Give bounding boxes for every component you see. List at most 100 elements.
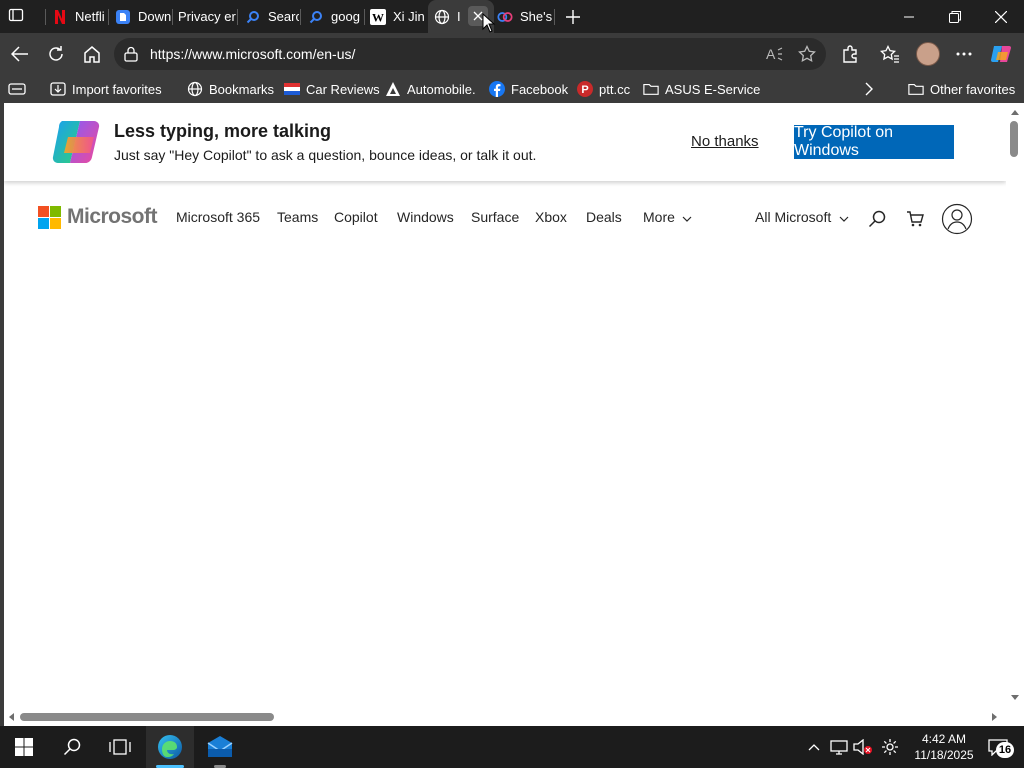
lock-icon[interactable] bbox=[124, 46, 138, 67]
tab-actions-button[interactable] bbox=[8, 0, 32, 33]
start-button[interactable] bbox=[0, 726, 48, 768]
favorite-ptt[interactable]: P ptt.cc bbox=[577, 79, 630, 99]
favorite-automobile[interactable]: Automobile. bbox=[385, 79, 476, 99]
system-clock[interactable]: 4:42 AM 11/18/2025 bbox=[912, 731, 976, 763]
tab-google[interactable]: goog bbox=[308, 0, 362, 33]
nav-deals[interactable]: Deals bbox=[586, 209, 622, 225]
tab-netflix[interactable]: Netfli bbox=[52, 0, 107, 33]
tab-label: I bbox=[457, 9, 461, 24]
other-favorites[interactable]: Other favorites bbox=[908, 79, 1015, 99]
refresh-button[interactable] bbox=[40, 38, 72, 70]
taskbar-search-button[interactable] bbox=[48, 726, 96, 768]
close-window-button[interactable] bbox=[978, 0, 1024, 33]
horizontal-scroll-thumb[interactable] bbox=[20, 713, 274, 721]
favorite-import[interactable]: Import favorites bbox=[50, 79, 162, 99]
folder-icon bbox=[908, 81, 924, 97]
address-bar[interactable]: https://www.microsoft.com/en-us/ A bbox=[114, 38, 826, 70]
task-view-button[interactable] bbox=[96, 726, 144, 768]
search-icon bbox=[63, 738, 81, 756]
settings-button[interactable] bbox=[878, 726, 902, 768]
favorite-asus-eservice[interactable]: ASUS E-Service bbox=[643, 79, 760, 99]
extensions-button[interactable] bbox=[834, 38, 866, 70]
favorite-label: Facebook bbox=[511, 81, 569, 97]
ptt-icon: P bbox=[577, 81, 593, 97]
windows-taskbar: 4:42 AM 11/18/2025 16 bbox=[0, 726, 1024, 768]
microsoft-logo[interactable]: Microsoft bbox=[38, 205, 158, 229]
tab-download[interactable]: Down bbox=[115, 0, 171, 33]
copilot-button[interactable] bbox=[986, 38, 1018, 70]
scroll-down-icon bbox=[1011, 695, 1019, 700]
copilot-promo-banner: Less typing, more talking Just say "Hey … bbox=[4, 103, 1006, 181]
tab-search[interactable]: Searc bbox=[245, 0, 299, 33]
other-favorites-label: Other favorites bbox=[930, 81, 1016, 97]
notifications-button[interactable]: 16 bbox=[978, 726, 1018, 768]
microsoft-logo-text: Microsoft bbox=[67, 205, 158, 228]
favorite-bookmarks[interactable]: Bookmarks bbox=[187, 79, 274, 99]
copilot-logo-icon bbox=[52, 119, 104, 170]
minimize-button[interactable] bbox=[886, 0, 932, 33]
taskbar-edge-button[interactable] bbox=[146, 726, 194, 768]
favorite-label: ptt.cc bbox=[599, 81, 631, 97]
profile-button[interactable] bbox=[912, 38, 944, 70]
vertical-scroll-thumb[interactable] bbox=[1010, 121, 1018, 157]
settings-more-button[interactable] bbox=[948, 38, 980, 70]
search-button[interactable] bbox=[868, 210, 886, 233]
tab-privacy-error[interactable]: Privacy err bbox=[178, 0, 236, 33]
tab-label: She's bbox=[520, 9, 553, 24]
nav-windows[interactable]: Windows bbox=[397, 209, 454, 225]
chevron-down-icon bbox=[839, 216, 849, 222]
tab-strip: Netfli Down Privacy err Searc goog W Xi … bbox=[0, 0, 1024, 33]
copilot-icon bbox=[991, 46, 1011, 62]
favorite-label: ASUS E-Service bbox=[665, 81, 761, 97]
taskbar-outlook-button[interactable] bbox=[196, 726, 244, 768]
nav-surface[interactable]: Surface bbox=[471, 209, 519, 225]
plus-icon bbox=[566, 9, 580, 24]
nav-xbox[interactable]: Xbox bbox=[535, 209, 567, 225]
search-icon bbox=[245, 9, 261, 25]
nav-more[interactable]: More bbox=[643, 209, 692, 225]
account-button[interactable] bbox=[941, 203, 973, 240]
new-tab-button[interactable] bbox=[562, 0, 584, 33]
nav-teams[interactable]: Teams bbox=[277, 209, 318, 225]
volume-button[interactable] bbox=[852, 726, 874, 768]
restore-button[interactable] bbox=[932, 0, 978, 33]
favorites-overflow-button[interactable] bbox=[864, 79, 874, 99]
url-text[interactable]: https://www.microsoft.com/en-us/ bbox=[150, 46, 355, 62]
favorites-button[interactable] bbox=[874, 38, 906, 70]
home-button[interactable] bbox=[76, 38, 108, 70]
chevron-up-icon bbox=[808, 744, 820, 751]
nav-microsoft-365[interactable]: Microsoft 365 bbox=[176, 209, 260, 225]
network-button[interactable] bbox=[828, 726, 850, 768]
all-microsoft-menu[interactable]: All Microsoft bbox=[755, 209, 849, 225]
cart-button[interactable] bbox=[906, 210, 924, 233]
scroll-right-icon bbox=[992, 713, 997, 721]
copilot-icon bbox=[497, 9, 513, 25]
import-icon bbox=[50, 81, 66, 97]
favorite-label: Car Reviews bbox=[306, 81, 380, 97]
microsoft-logo-icon bbox=[38, 205, 61, 229]
favorite-facebook[interactable]: Facebook bbox=[489, 79, 568, 99]
browser-toolbar: https://www.microsoft.com/en-us/ A bbox=[0, 33, 1024, 75]
tab-wikipedia[interactable]: W Xi Jin bbox=[370, 0, 428, 33]
vertical-scrollbar[interactable] bbox=[1006, 103, 1024, 708]
svg-text:P: P bbox=[581, 84, 588, 96]
back-button[interactable] bbox=[4, 38, 36, 70]
try-copilot-button[interactable]: Try Copilot on Windows bbox=[794, 124, 954, 159]
no-thanks-link[interactable]: No thanks bbox=[691, 133, 759, 150]
tab-label: Xi Jin bbox=[393, 9, 425, 24]
banner-title: Less typing, more talking bbox=[114, 121, 332, 141]
favorite-star-icon[interactable] bbox=[798, 44, 816, 68]
flag-icon bbox=[284, 81, 300, 97]
chevron-right-icon bbox=[865, 82, 873, 96]
horizontal-scrollbar[interactable] bbox=[4, 708, 1006, 726]
nav-copilot[interactable]: Copilot bbox=[334, 209, 378, 225]
all-microsoft-label: All Microsoft bbox=[755, 209, 832, 225]
tab-shes[interactable]: She's bbox=[497, 0, 553, 33]
clock-time: 4:42 AM bbox=[921, 732, 967, 746]
nav-more-label: More bbox=[643, 209, 675, 225]
favorite-car-reviews[interactable]: Car Reviews bbox=[284, 79, 380, 99]
sidebar-toggle-button[interactable] bbox=[8, 79, 26, 99]
show-hidden-icons-button[interactable] bbox=[804, 726, 824, 768]
read-aloud-icon[interactable]: A bbox=[766, 46, 784, 67]
web-page: Less typing, more talking Just say "Hey … bbox=[4, 103, 1006, 708]
